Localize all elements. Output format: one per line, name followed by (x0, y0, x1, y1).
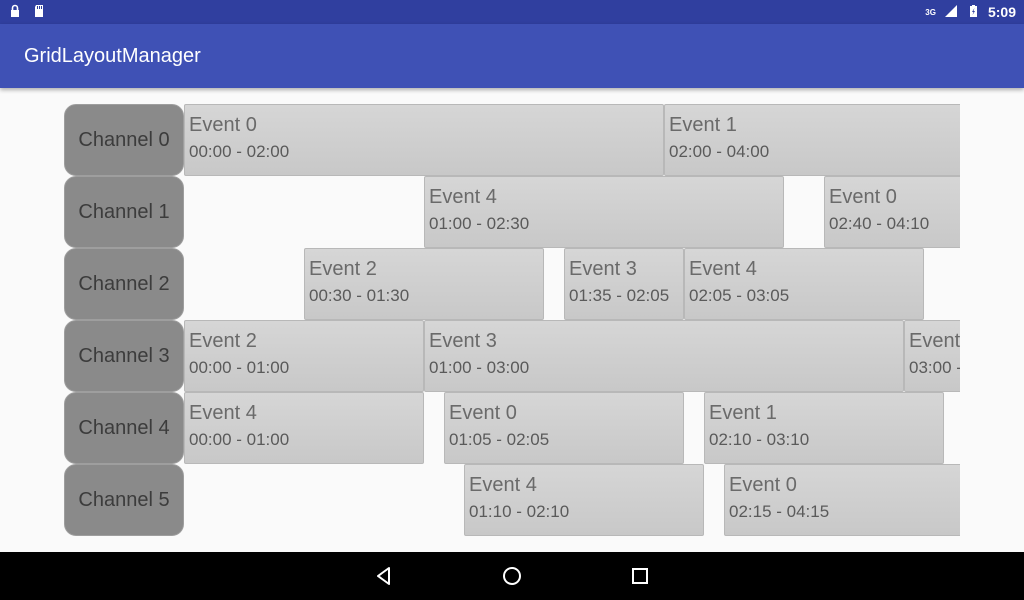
signal-icon (944, 4, 958, 21)
event-title: Event 0 (189, 114, 257, 136)
event-cell[interactable]: Event 4 01:10 - 02:10 (464, 464, 704, 536)
event-cell[interactable]: Event 3 01:00 - 03:00 (424, 320, 904, 392)
event-time: 02:15 - 04:15 (729, 502, 830, 521)
event-time: 00:00 - 02:00 (189, 142, 290, 161)
event-time: 02:40 - 04:10 (829, 214, 930, 233)
event-cell[interactable]: Event 2 00:30 - 01:30 (304, 248, 544, 320)
event-title: Event 4 (189, 402, 257, 424)
channel-label[interactable]: Channel 4 (64, 392, 184, 464)
recents-icon[interactable] (626, 562, 654, 590)
sd-card-icon (32, 4, 46, 21)
clock: 5:09 (987, 4, 1016, 20)
event-cell[interactable]: Event 3 01:35 - 02:05 (564, 248, 684, 320)
epg-grid[interactable]: Channel 0 Event 0 00:00 - 02:00 Event 1 02:0… (64, 104, 960, 536)
event-time: 01:00 - 03:00 (429, 358, 530, 377)
back-icon[interactable] (370, 562, 398, 590)
content-area: Channel 0 Event 0 00:00 - 02:00 Event 1 02:0… (0, 88, 1024, 552)
battery-icon (966, 4, 980, 21)
event-title: Event 3 (429, 330, 497, 352)
event-title: Event 0 (449, 402, 517, 424)
event-title: Event 4 (689, 258, 757, 280)
event-time: 03:00 - (909, 358, 960, 377)
event-cell[interactable]: Event 0 00:00 - 02:00 (184, 104, 664, 176)
channel-label[interactable]: Channel 2 (64, 248, 184, 320)
event-time: 01:35 - 02:05 (569, 286, 670, 305)
event-cell[interactable]: Event 4 01:00 - 02:30 (424, 176, 784, 248)
channel-label[interactable]: Channel 0 (64, 104, 184, 176)
event-time: 01:05 - 02:05 (449, 430, 550, 449)
event-time: 00:00 - 01:00 (189, 430, 290, 449)
event-title: Event 2 (309, 258, 377, 280)
event-time: 02:05 - 03:05 (689, 286, 790, 305)
channel-label[interactable]: Channel 1 (64, 176, 184, 248)
event-cell[interactable]: Event 4 02:05 - 03:05 (684, 248, 924, 320)
event-time: 01:10 - 02:10 (469, 502, 570, 521)
event-title: Event 1 (709, 402, 777, 424)
event-title: Event 0 (829, 186, 897, 208)
app-bar: GridLayoutManager (0, 24, 1024, 88)
home-icon[interactable] (498, 562, 526, 590)
event-title: Event (909, 330, 960, 352)
event-cell[interactable]: Event 1 02:00 - 04:00 (664, 104, 960, 176)
event-cell[interactable]: Event 0 01:05 - 02:05 (444, 392, 684, 464)
lock-icon (8, 4, 22, 21)
event-time: 02:00 - 04:00 (669, 142, 770, 161)
event-cell[interactable]: Event 03:00 - (904, 320, 960, 392)
event-title: Event 2 (189, 330, 257, 352)
channel-label[interactable]: Channel 5 (64, 464, 184, 536)
event-cell[interactable]: Event 0 02:40 - 04:10 (824, 176, 960, 248)
network-type-label: 3G (925, 7, 936, 17)
event-cell[interactable]: Event 2 00:00 - 01:00 (184, 320, 424, 392)
channel-label[interactable]: Channel 3 (64, 320, 184, 392)
event-title: Event 3 (569, 258, 637, 280)
event-time: 00:30 - 01:30 (309, 286, 410, 305)
navigation-bar (0, 552, 1024, 600)
event-cell[interactable]: Event 4 00:00 - 01:00 (184, 392, 424, 464)
event-title: Event 1 (669, 114, 737, 136)
event-title: Event 4 (469, 474, 537, 496)
event-cell[interactable]: Event 0 02:15 - 04:15 (724, 464, 960, 536)
status-bar: 3G 5:09 (0, 0, 1024, 24)
event-time: 01:00 - 02:30 (429, 214, 530, 233)
event-time: 02:10 - 03:10 (709, 430, 810, 449)
event-cell[interactable]: Event 1 02:10 - 03:10 (704, 392, 944, 464)
event-title: Event 4 (429, 186, 497, 208)
event-title: Event 0 (729, 474, 797, 496)
app-title: GridLayoutManager (24, 44, 201, 67)
event-time: 00:00 - 01:00 (189, 358, 290, 377)
